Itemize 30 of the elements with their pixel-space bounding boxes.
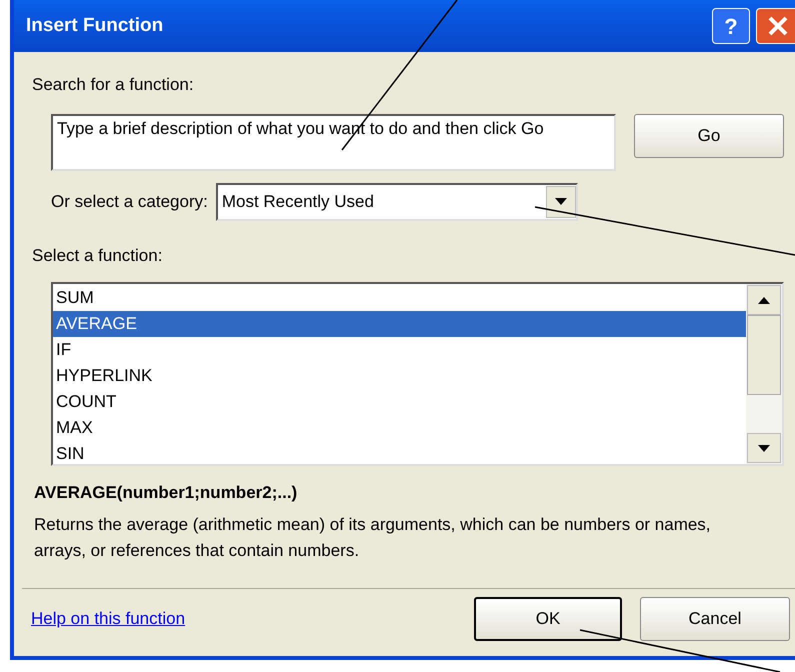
caret-icon — [554, 198, 567, 205]
category-label: Or select a category: — [51, 190, 208, 213]
function-list-item[interactable]: IF — [53, 337, 746, 363]
function-list-item[interactable]: HYPERLINK — [53, 363, 746, 389]
dialog-button[interactable]: OK — [474, 596, 622, 640]
up-arrow-icon — [758, 296, 770, 304]
close-button[interactable] — [756, 8, 795, 44]
close-icon — [767, 15, 789, 37]
dropdown-arrow-button[interactable] — [546, 186, 576, 218]
scroll-thumb[interactable] — [747, 315, 781, 395]
function-list-item[interactable]: AVERAGE — [53, 311, 746, 337]
help-link[interactable]: Help on this function — [31, 606, 474, 632]
search-label: Search for a function: — [32, 74, 195, 96]
scrollbar[interactable] — [746, 284, 782, 464]
dialog-button[interactable]: Cancel — [640, 596, 790, 640]
function-description: Returns the average (arithmetic mean) of its arguments, which can be numbers or names, arrays, or references that contain numbers. — [34, 514, 712, 562]
dropdown-value: Most Recently Used — [222, 190, 375, 213]
function-list-item[interactable]: SIN — [53, 441, 746, 467]
function-list-item[interactable]: SUM — [53, 285, 746, 311]
help-button[interactable]: ? — [712, 8, 750, 44]
scroll-down-button[interactable] — [747, 433, 781, 463]
go-button[interactable]: Go — [634, 114, 784, 158]
function-signature: AVERAGE(number1;number2;...) — [34, 482, 298, 504]
function-list-item[interactable]: MAX — [53, 415, 746, 441]
function-list-item[interactable]: COUNT — [53, 389, 746, 415]
category-dropdown[interactable]: Most Recently Used — [216, 182, 578, 220]
window-title: Insert Function — [26, 14, 164, 38]
scroll-up-button[interactable] — [747, 285, 781, 315]
down-arrow-icon — [758, 444, 770, 452]
function-list-label: Select a function: — [32, 244, 164, 266]
